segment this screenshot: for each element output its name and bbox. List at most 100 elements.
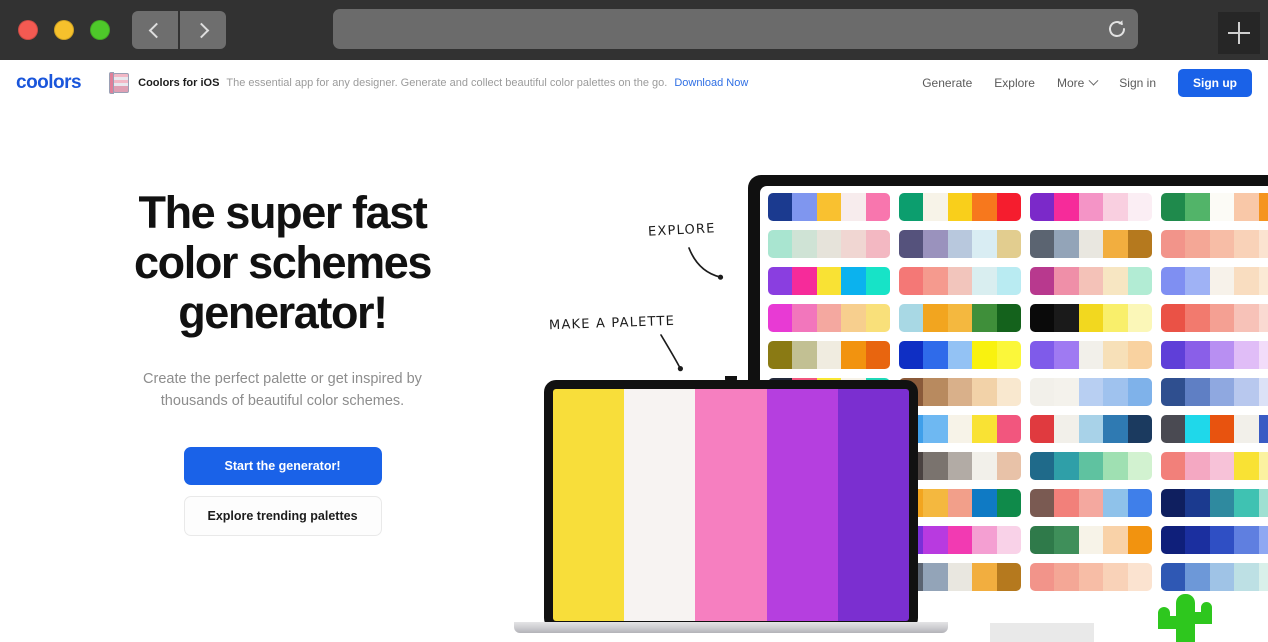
- color-swatch[interactable]: [1078, 341, 1104, 369]
- color-swatch[interactable]: [1030, 230, 1055, 258]
- color-swatch[interactable]: [1054, 230, 1079, 258]
- laptop-color-swatch[interactable]: [624, 389, 696, 621]
- palette-swatch-row[interactable]: [1161, 489, 1268, 517]
- palette-swatch-row[interactable]: [1161, 415, 1268, 443]
- color-swatch[interactable]: [1258, 526, 1268, 554]
- color-swatch[interactable]: [1103, 193, 1128, 221]
- explore-trending-palettes-button[interactable]: Explore trending palettes: [183, 495, 382, 536]
- color-swatch[interactable]: [923, 341, 948, 369]
- color-swatch[interactable]: [972, 452, 997, 480]
- color-swatch[interactable]: [1209, 193, 1235, 221]
- color-swatch[interactable]: [1054, 526, 1079, 554]
- color-swatch[interactable]: [1127, 526, 1152, 554]
- color-swatch[interactable]: [1234, 267, 1259, 295]
- color-swatch[interactable]: [1127, 304, 1152, 332]
- palette-swatch-row[interactable]: [1030, 489, 1152, 517]
- color-swatch[interactable]: [1127, 489, 1152, 517]
- color-swatch[interactable]: [996, 452, 1021, 480]
- palette-swatch-row[interactable]: [1030, 341, 1152, 369]
- color-swatch[interactable]: [816, 230, 842, 258]
- promo-banner[interactable]: Coolors for iOS The essential app for an…: [109, 72, 748, 94]
- color-swatch[interactable]: [1258, 563, 1268, 591]
- palette-swatch-row[interactable]: [1030, 563, 1152, 591]
- new-tab-button[interactable]: [1218, 12, 1260, 54]
- color-swatch[interactable]: [1078, 526, 1104, 554]
- forward-button[interactable]: [180, 11, 226, 49]
- color-swatch[interactable]: [1078, 378, 1104, 406]
- color-swatch[interactable]: [1103, 415, 1128, 443]
- color-swatch[interactable]: [996, 304, 1021, 332]
- color-swatch[interactable]: [1078, 415, 1104, 443]
- color-swatch[interactable]: [1185, 193, 1210, 221]
- minimize-window-button[interactable]: [54, 20, 74, 40]
- palette-swatch-row[interactable]: [768, 267, 890, 295]
- color-swatch[interactable]: [1127, 267, 1152, 295]
- color-swatch[interactable]: [1209, 563, 1235, 591]
- color-swatch[interactable]: [1030, 304, 1055, 332]
- color-swatch[interactable]: [1054, 452, 1079, 480]
- color-swatch[interactable]: [972, 193, 997, 221]
- sign-up-button[interactable]: Sign up: [1178, 69, 1252, 97]
- color-swatch[interactable]: [1127, 378, 1152, 406]
- palette-swatch-row[interactable]: [1161, 230, 1268, 258]
- color-swatch[interactable]: [1161, 304, 1186, 332]
- color-swatch[interactable]: [1054, 489, 1079, 517]
- color-swatch[interactable]: [1127, 341, 1152, 369]
- palette-swatch-row[interactable]: [1030, 378, 1152, 406]
- back-button[interactable]: [132, 11, 178, 49]
- color-swatch[interactable]: [1258, 378, 1268, 406]
- color-swatch[interactable]: [1078, 230, 1104, 258]
- color-swatch[interactable]: [1103, 304, 1128, 332]
- palette-swatch-row[interactable]: [1161, 563, 1268, 591]
- color-swatch[interactable]: [1030, 489, 1055, 517]
- palette-swatch-row[interactable]: [899, 193, 1021, 221]
- palette-swatch-row[interactable]: [899, 304, 1021, 332]
- color-swatch[interactable]: [792, 230, 817, 258]
- color-swatch[interactable]: [1185, 341, 1210, 369]
- color-swatch[interactable]: [1209, 526, 1235, 554]
- color-swatch[interactable]: [1030, 452, 1055, 480]
- palette-swatch-row[interactable]: [1161, 526, 1268, 554]
- color-swatch[interactable]: [768, 304, 793, 332]
- sign-in-link[interactable]: Sign in: [1119, 76, 1156, 90]
- color-swatch[interactable]: [1103, 341, 1128, 369]
- color-swatch[interactable]: [792, 341, 817, 369]
- color-swatch[interactable]: [1209, 267, 1235, 295]
- color-swatch[interactable]: [1234, 304, 1259, 332]
- color-swatch[interactable]: [841, 230, 866, 258]
- color-swatch[interactable]: [1127, 193, 1152, 221]
- color-swatch[interactable]: [792, 304, 817, 332]
- color-swatch[interactable]: [1185, 267, 1210, 295]
- color-swatch[interactable]: [923, 304, 948, 332]
- color-swatch[interactable]: [947, 304, 973, 332]
- color-swatch[interactable]: [1258, 452, 1268, 480]
- laptop-color-swatch[interactable]: [553, 389, 625, 621]
- color-swatch[interactable]: [1103, 452, 1128, 480]
- color-swatch[interactable]: [1030, 267, 1055, 295]
- color-swatch[interactable]: [1258, 489, 1268, 517]
- color-swatch[interactable]: [1103, 378, 1128, 406]
- palette-swatch-row[interactable]: [768, 341, 890, 369]
- color-swatch[interactable]: [1078, 193, 1104, 221]
- color-swatch[interactable]: [972, 563, 997, 591]
- color-swatch[interactable]: [841, 304, 866, 332]
- color-swatch[interactable]: [1234, 526, 1259, 554]
- palette-swatch-row[interactable]: [768, 193, 890, 221]
- color-swatch[interactable]: [947, 267, 973, 295]
- color-swatch[interactable]: [923, 267, 948, 295]
- promo-download-link[interactable]: Download Now: [674, 77, 748, 89]
- nav-item-explore[interactable]: Explore: [994, 76, 1035, 90]
- palette-swatch-row[interactable]: [899, 341, 1021, 369]
- laptop-color-swatch[interactable]: [695, 389, 767, 621]
- color-swatch[interactable]: [1054, 378, 1079, 406]
- palette-swatch-row[interactable]: [1161, 341, 1268, 369]
- palette-swatch-row[interactable]: [1030, 452, 1152, 480]
- color-swatch[interactable]: [1161, 193, 1186, 221]
- color-swatch[interactable]: [1161, 230, 1186, 258]
- color-swatch[interactable]: [1209, 304, 1235, 332]
- color-swatch[interactable]: [1185, 378, 1210, 406]
- color-swatch[interactable]: [1258, 304, 1268, 332]
- color-swatch[interactable]: [972, 489, 997, 517]
- color-swatch[interactable]: [1185, 230, 1210, 258]
- color-swatch[interactable]: [1054, 341, 1079, 369]
